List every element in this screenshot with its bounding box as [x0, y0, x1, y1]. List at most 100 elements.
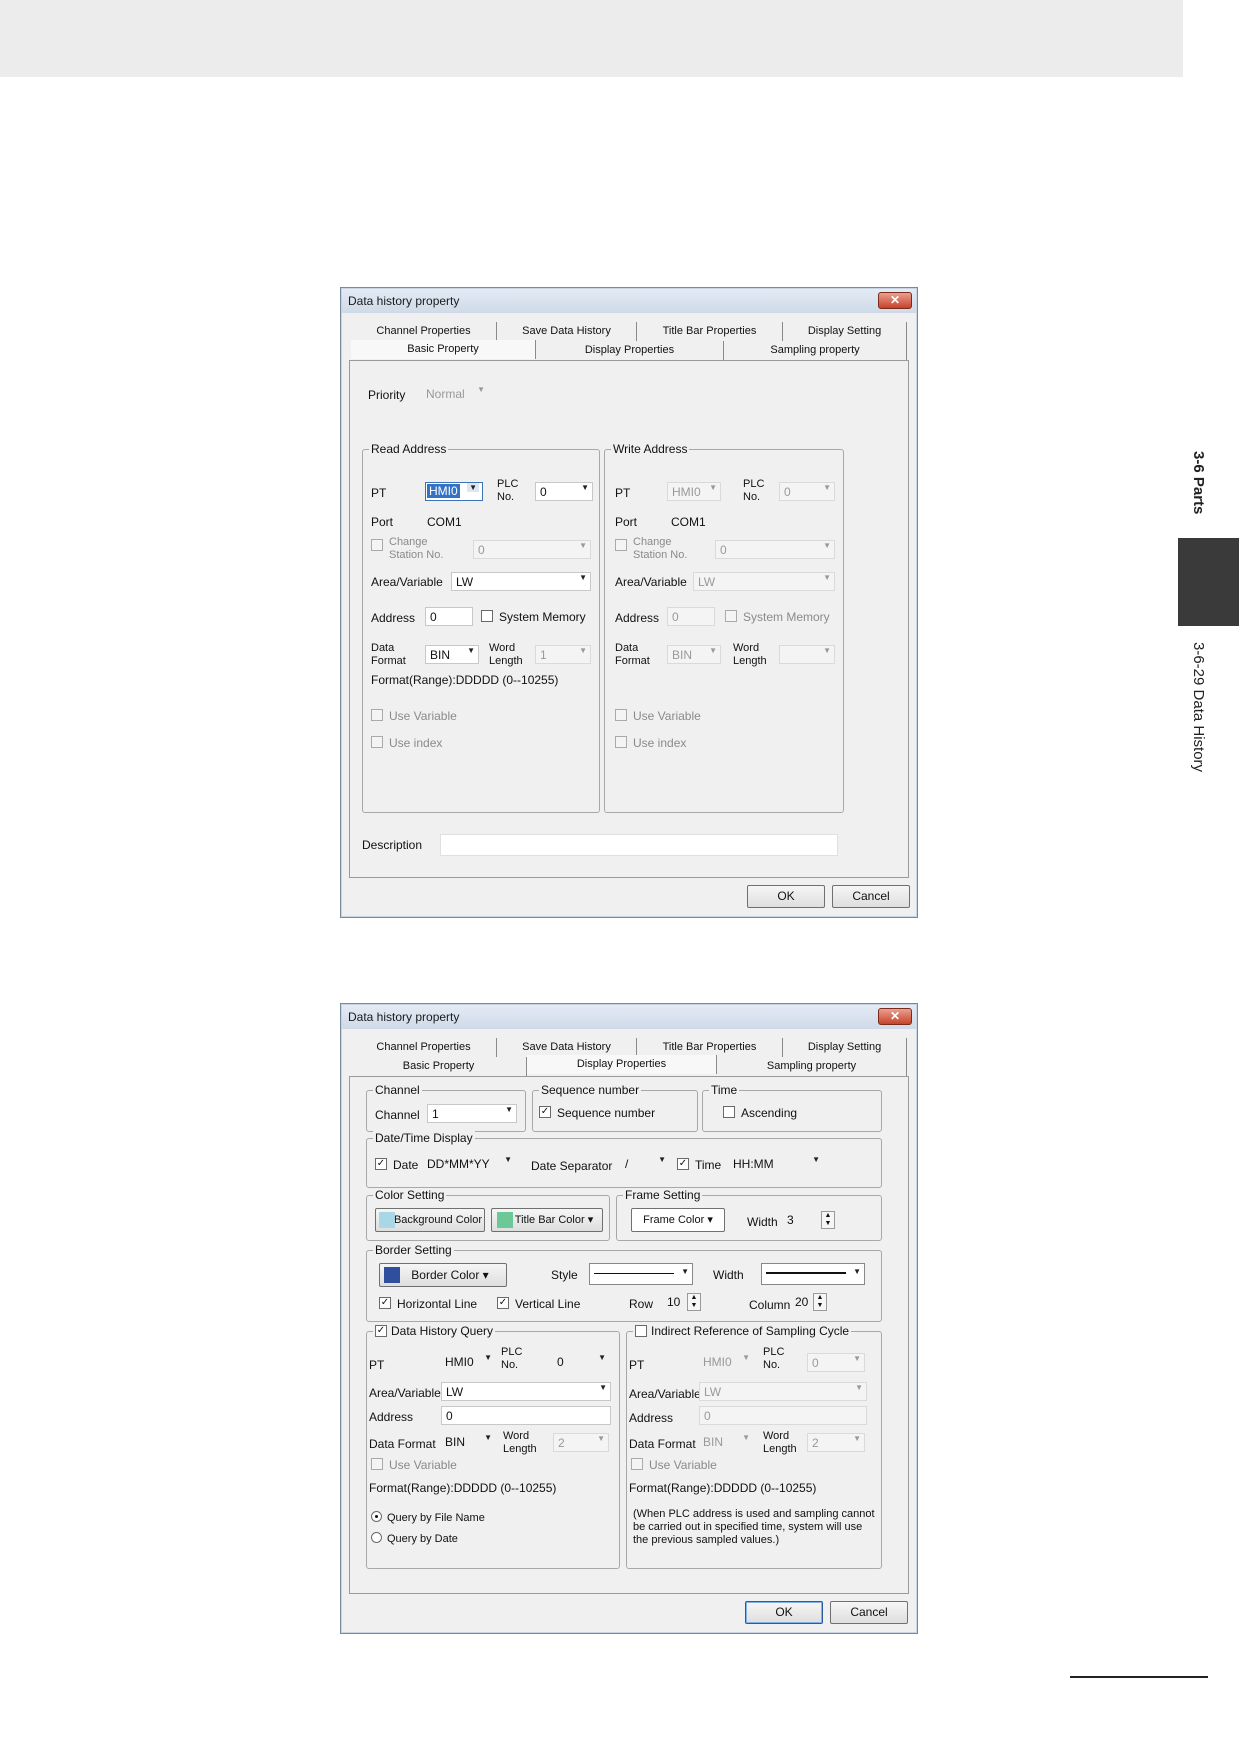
plc-no-select[interactable]: 0 ▼: [553, 1353, 609, 1372]
change-station-select[interactable]: 0 ▼: [473, 540, 591, 559]
frame-width-spinner[interactable]: ▲ ▼: [821, 1211, 835, 1229]
use-variable-label: Use Variable: [389, 1458, 457, 1472]
indirect-reference-checkbox[interactable]: [635, 1325, 647, 1337]
ok-button[interactable]: OK: [745, 1601, 823, 1624]
port-value: COM1: [427, 515, 462, 529]
ascending-checkbox[interactable]: [723, 1106, 735, 1118]
pt-label: PT: [369, 1358, 385, 1372]
address-label: Address: [371, 611, 416, 625]
pt-select[interactable]: HMI0 ▼: [425, 482, 483, 501]
use-variable-label: Use Variable: [389, 709, 457, 723]
area-variable-select[interactable]: LW ▼: [451, 572, 591, 591]
date-checkbox[interactable]: ✓: [375, 1158, 387, 1170]
address-input[interactable]: 0: [441, 1406, 611, 1425]
use-index-checkbox[interactable]: [615, 736, 627, 748]
pt-label: PT: [615, 486, 631, 500]
pt-select[interactable]: HMI0 ▼: [699, 1353, 753, 1372]
horizontal-line-label: Horizontal Line: [397, 1297, 478, 1311]
use-variable-checkbox[interactable]: [631, 1458, 643, 1470]
word-length-select[interactable]: ▼: [779, 645, 835, 664]
date-separator-select[interactable]: / ▼: [621, 1155, 669, 1174]
row-spinner[interactable]: ▲ ▼: [687, 1293, 701, 1311]
pt-select[interactable]: HMI0 ▼: [441, 1353, 495, 1372]
priority-select[interactable]: Normal ▼: [422, 385, 488, 404]
ok-button[interactable]: OK: [747, 885, 825, 908]
time-format-select[interactable]: HH:MM ▼: [729, 1155, 823, 1174]
data-format-select[interactable]: BIN ▼: [667, 645, 721, 664]
time-label: Time: [695, 1158, 722, 1172]
close-icon[interactable]: ✕: [878, 292, 912, 309]
data-format-select[interactable]: BIN ▼: [441, 1433, 495, 1452]
address-label: Address: [615, 611, 660, 625]
use-index-checkbox[interactable]: [371, 736, 383, 748]
border-style-select[interactable]: ▼: [589, 1263, 693, 1285]
description-input[interactable]: [440, 834, 838, 856]
tab-basic-property[interactable]: Basic Property: [351, 340, 536, 359]
plc-no-select[interactable]: 0 ▼: [807, 1353, 865, 1372]
area-variable-select[interactable]: LW ▼: [699, 1382, 867, 1401]
close-icon[interactable]: ✕: [878, 1008, 912, 1025]
word-length-select[interactable]: 2 ▼: [553, 1433, 609, 1452]
data-history-query-group: ✓ Data History Query PT HMI0 ▼ PLC No. 0 ▼ …: [366, 1324, 620, 1569]
border-color-button[interactable]: Border Color ▾: [379, 1263, 507, 1287]
use-variable-checkbox[interactable]: [371, 709, 383, 721]
use-variable-checkbox[interactable]: [615, 709, 627, 721]
change-station-select[interactable]: 0 ▼: [715, 540, 835, 559]
word-length-label: Word Length: [763, 1430, 797, 1455]
footer-rule: [1070, 1676, 1208, 1678]
tab-save-data-history[interactable]: Save Data History: [497, 322, 637, 341]
date-format-select[interactable]: DD*MM*YY ▼: [423, 1155, 515, 1174]
frame-width-label: Width: [747, 1215, 778, 1229]
tab-channel-properties[interactable]: Channel Properties: [351, 1038, 497, 1057]
change-station-checkbox[interactable]: [615, 539, 627, 551]
border-width-label: Width: [713, 1268, 744, 1282]
data-format-select[interactable]: BIN ▼: [425, 645, 479, 664]
plc-no-select[interactable]: 0 ▼: [779, 482, 835, 501]
tab-display-setting[interactable]: Display Setting: [783, 322, 907, 341]
horizontal-line-checkbox[interactable]: ✓: [379, 1297, 391, 1309]
system-memory-checkbox[interactable]: [481, 610, 493, 622]
pt-label: PT: [371, 486, 387, 500]
pt-select[interactable]: HMI0 ▼: [667, 482, 721, 501]
plc-no-select[interactable]: 0 ▼: [535, 482, 593, 501]
sequence-number-checkbox[interactable]: ✓: [539, 1106, 551, 1118]
border-width-select[interactable]: ▼: [761, 1263, 865, 1285]
channel-select[interactable]: 1 ▼: [427, 1104, 517, 1123]
address-input[interactable]: 0: [667, 607, 715, 626]
vertical-line-checkbox[interactable]: ✓: [497, 1297, 509, 1309]
word-length-select[interactable]: 2 ▼: [807, 1433, 865, 1452]
cancel-button[interactable]: Cancel: [832, 885, 910, 908]
use-variable-checkbox[interactable]: [371, 1458, 383, 1470]
tab-display-setting[interactable]: Display Setting: [783, 1038, 907, 1057]
word-length-select[interactable]: 1 ▼: [535, 645, 591, 664]
ascending-label: Ascending: [741, 1106, 798, 1120]
data-history-query-checkbox[interactable]: ✓: [375, 1325, 387, 1337]
channel-group: Channel Channel 1 ▼: [366, 1083, 526, 1132]
address-input[interactable]: 0: [425, 607, 473, 626]
time-checkbox[interactable]: ✓: [677, 1158, 689, 1170]
query-by-file-radio[interactable]: [371, 1511, 382, 1522]
tab-sampling-property[interactable]: Sampling property: [724, 341, 907, 360]
word-length-label: Word Length: [503, 1430, 537, 1455]
area-variable-select[interactable]: LW ▼: [693, 572, 835, 591]
tab-title-bar-properties[interactable]: Title Bar Properties: [637, 322, 783, 341]
row-value: 10: [667, 1295, 681, 1309]
area-variable-select[interactable]: LW ▼: [441, 1382, 611, 1401]
system-memory-checkbox[interactable]: [725, 610, 737, 622]
tab-sampling-property[interactable]: Sampling property: [717, 1057, 907, 1076]
change-station-checkbox[interactable]: [371, 539, 383, 551]
tab-basic-property[interactable]: Basic Property: [351, 1057, 527, 1076]
tab-channel-properties[interactable]: Channel Properties: [351, 322, 497, 341]
frame-color-button[interactable]: Frame Color ▾: [631, 1208, 725, 1232]
tab-display-properties[interactable]: Display Properties: [527, 1055, 717, 1074]
write-address-group: Write Address PT HMI0 ▼ PLC No. 0 ▼ Port C…: [604, 442, 844, 813]
cancel-button[interactable]: Cancel: [830, 1601, 908, 1624]
tab-display-properties[interactable]: Display Properties: [536, 341, 724, 360]
address-input[interactable]: 0: [699, 1406, 867, 1425]
title-bar-color-button[interactable]: Title Bar Color ▾: [491, 1208, 603, 1232]
query-by-date-radio[interactable]: [371, 1532, 382, 1543]
title-bar: Data history property ✕: [342, 1005, 916, 1029]
data-format-select[interactable]: BIN ▼: [699, 1433, 753, 1452]
background-color-button[interactable]: Background Color: [375, 1208, 485, 1232]
column-spinner[interactable]: ▲ ▼: [813, 1293, 827, 1311]
